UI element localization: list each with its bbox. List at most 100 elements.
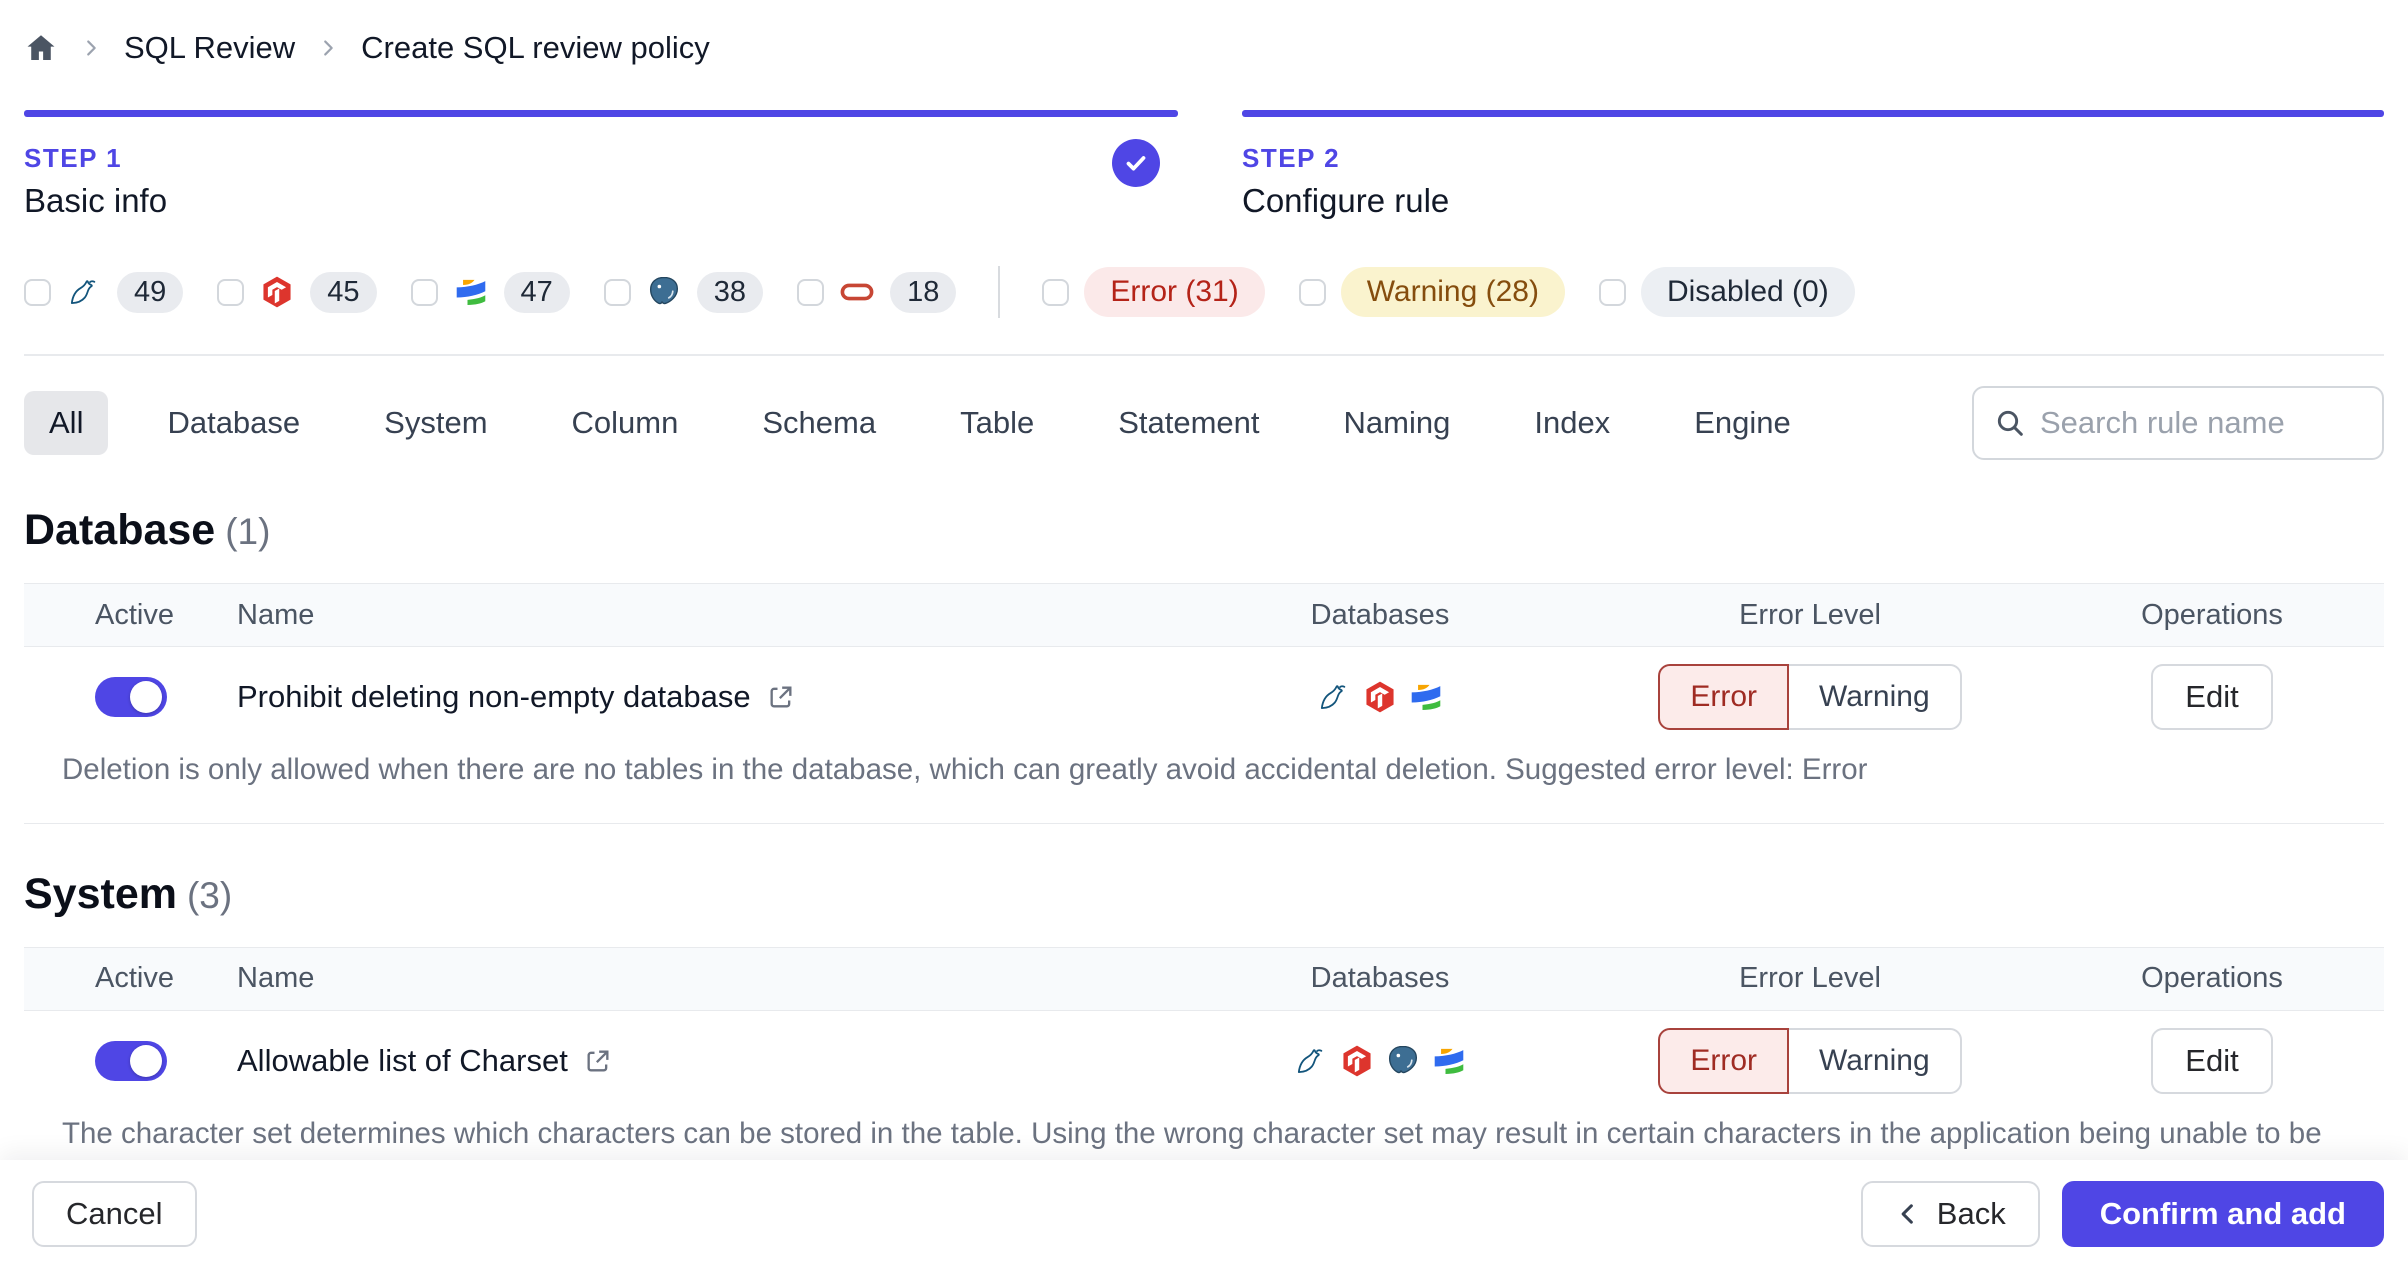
tab-column[interactable]: Column [547, 391, 704, 455]
table-row: Allowable list of Charset Error Warning … [24, 1011, 2384, 1111]
filter-divider [998, 266, 1001, 318]
chevron-right-icon [317, 37, 339, 59]
warning-count-pill[interactable]: Warning (28) [1340, 267, 1565, 317]
toggle-knob [130, 681, 162, 713]
back-button[interactable]: Back [1860, 1181, 2040, 1247]
step-completed-check-icon [1112, 139, 1160, 187]
oceanbase-icon [453, 274, 489, 310]
home-icon[interactable] [24, 31, 58, 65]
table-row: Prohibit deleting non-empty database Err… [24, 647, 2384, 747]
engine-filter-checkbox[interactable] [410, 278, 438, 306]
tab-engine[interactable]: Engine [1669, 391, 1816, 455]
oceanbase-icon [1408, 679, 1444, 715]
tab-schema[interactable]: Schema [737, 391, 901, 455]
tab-statement[interactable]: Statement [1093, 391, 1284, 455]
external-link-icon[interactable] [767, 683, 795, 711]
section-divider [24, 354, 2384, 356]
level-filter-warning: Warning (28) [1298, 267, 1565, 317]
breadcrumb: SQL Review Create SQL review policy [24, 0, 2384, 66]
cancel-button[interactable]: Cancel [32, 1181, 197, 1247]
tidb-icon [1339, 1043, 1375, 1079]
error-level-error-button[interactable]: Error [1658, 664, 1790, 730]
stepper: STEP 1 Basic info STEP 2 Configure rule [24, 110, 2384, 220]
tidb-icon [1362, 679, 1398, 715]
level-filter-disabled: Disabled (0) [1598, 267, 1855, 317]
column-header-active: Active [95, 598, 174, 631]
engine-filter-tidb: 45 [217, 271, 377, 313]
error-level-warning-button[interactable]: Warning [1787, 1027, 1962, 1094]
rule-count-badge: 38 [696, 271, 764, 313]
tab-all[interactable]: All [24, 391, 109, 455]
rule-count-badge: 18 [890, 271, 957, 313]
rule-count-badge: 49 [117, 271, 184, 313]
mysql-icon [66, 274, 102, 310]
tidb-icon [259, 274, 295, 310]
chevron-right-icon [80, 37, 102, 59]
tab-system[interactable]: System [359, 391, 512, 455]
section-heading-system: System (3) [24, 870, 2384, 919]
section-title: System [24, 869, 177, 918]
column-header-name: Name [237, 598, 315, 631]
toggle-knob [130, 1044, 162, 1077]
edit-button[interactable]: Edit [2151, 1027, 2273, 1094]
tab-index[interactable]: Index [1509, 391, 1635, 455]
step-1-progress-bar [24, 110, 1178, 117]
back-button-label: Back [1936, 1196, 2006, 1231]
rule-active-toggle[interactable] [95, 677, 167, 717]
engine-filter-checkbox[interactable] [217, 278, 245, 306]
breadcrumb-current: Create SQL review policy [361, 30, 710, 65]
error-level-error-button[interactable]: Error [1658, 1027, 1790, 1094]
category-tabs: All Database System Column Schema Table Statem… [24, 391, 1850, 455]
breadcrumb-sql-review[interactable]: SQL Review [124, 30, 295, 66]
tab-table[interactable]: Table [935, 391, 1059, 455]
rule-databases [1180, 679, 1580, 715]
column-header-name: Name [237, 962, 315, 995]
level-filters: Error (31) Warning (28) Disabled (0) [1042, 267, 1855, 317]
step-1-title: Basic info [24, 182, 168, 219]
engine-filter-oracle: 18 [797, 271, 957, 313]
category-tabs-row: All Database System Column Schema Table Statem… [24, 386, 2384, 460]
tab-naming[interactable]: Naming [1319, 391, 1476, 455]
rule-databases [1180, 1043, 1580, 1079]
search-input[interactable] [2040, 405, 2362, 441]
column-header-operations: Operations [2141, 962, 2283, 995]
external-link-icon[interactable] [584, 1047, 612, 1075]
error-level-control: Error Warning [1580, 664, 2040, 730]
engine-filter-oceanbase: 47 [410, 271, 570, 313]
column-header-databases: Databases [1310, 598, 1450, 631]
create-sql-review-policy-page: SQL Review Create SQL review policy STEP… [0, 0, 2408, 1276]
rule-name-link[interactable]: Prohibit deleting non-empty database [237, 679, 751, 715]
column-header-active: Active [95, 962, 174, 995]
error-count-pill[interactable]: Error (31) [1084, 267, 1265, 317]
section-count: (3) [186, 874, 233, 916]
engine-filter-checkbox[interactable] [24, 278, 51, 306]
section-title: Database [24, 506, 216, 554]
error-level-control: Error Warning [1580, 1027, 2040, 1094]
table-header: Active Name Databases Error Level Operat… [24, 583, 2384, 647]
column-header-error-level: Error Level [1739, 598, 1881, 631]
step-2-progress-bar [1242, 110, 2384, 117]
section-heading-database: Database (1) [24, 506, 2384, 555]
confirm-and-add-button[interactable]: Confirm and add [2061, 1181, 2384, 1247]
level-filter-checkbox[interactable] [1298, 278, 1326, 306]
engine-filters: 49 45 47 38 18 [24, 271, 957, 313]
chevron-left-icon [1895, 1200, 1923, 1228]
edit-button[interactable]: Edit [2151, 664, 2273, 730]
oceanbase-icon [1431, 1043, 1467, 1079]
engine-filter-checkbox[interactable] [797, 278, 825, 306]
tab-database[interactable]: Database [142, 391, 325, 455]
engine-filter-checkbox[interactable] [603, 278, 631, 306]
rule-active-toggle[interactable] [95, 1040, 167, 1081]
level-filter-checkbox[interactable] [1598, 278, 1626, 306]
table-header: Active Name Databases Error Level Operat… [24, 946, 2384, 1011]
error-level-warning-button[interactable]: Warning [1787, 664, 1962, 730]
rule-name-link[interactable]: Allowable list of Charset [237, 1043, 568, 1079]
filter-bar: 49 45 47 38 18 Error (31) Warning (28) Dis… [24, 266, 2384, 318]
rule-count-badge: 47 [503, 271, 570, 313]
postgres-icon [1385, 1043, 1421, 1079]
search-box [1972, 386, 2384, 460]
mysql-icon [1293, 1043, 1329, 1079]
level-filter-checkbox[interactable] [1042, 278, 1070, 306]
rule-description: Deletion is only allowed when there are … [62, 753, 1868, 786]
disabled-count-pill[interactable]: Disabled (0) [1640, 267, 1855, 317]
